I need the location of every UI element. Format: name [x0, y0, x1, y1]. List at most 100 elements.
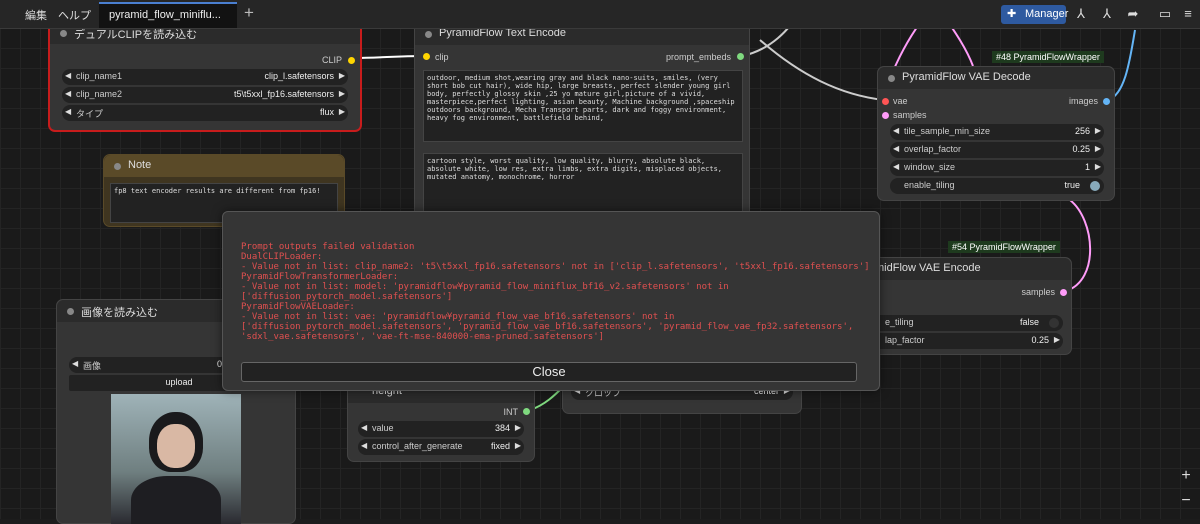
- collapse-dot[interactable]: [425, 31, 432, 38]
- embeds-output-socket[interactable]: [737, 53, 744, 60]
- node-title-bar[interactable]: PyramidFlow VAE Decode: [878, 67, 1114, 89]
- control-after-generate-widget[interactable]: ◀ control_after_generate fixed ▶: [358, 439, 524, 455]
- samples-output-socket[interactable]: [1060, 289, 1067, 296]
- pyramidflow-vae-decode-node[interactable]: PyramidFlow VAE Decode vae samples image…: [877, 66, 1115, 201]
- widget-label: window_size: [904, 162, 956, 172]
- widget-label: e_tiling: [885, 317, 914, 327]
- vae-input-label: vae: [893, 96, 908, 106]
- vae-link-in: [759, 39, 885, 101]
- new-tab-button[interactable]: +: [244, 3, 254, 23]
- widget-label: clip_name2: [76, 89, 123, 99]
- height-node[interactable]: height INT ◀ value 384 ▶ ◀ control_after_gen…: [347, 380, 535, 462]
- panel-icon[interactable]: ▭: [1153, 4, 1177, 24]
- clip-name2-widget[interactable]: ◀ clip_name2 t5\t5xxl_fp16.safetensors ▶: [62, 87, 348, 103]
- tile-sample-min-size-widget[interactable]: ◀ tile_sample_min_size 256 ▶: [890, 124, 1104, 140]
- lambda-icon[interactable]: ⅄: [1069, 4, 1093, 24]
- type-widget[interactable]: ◀ タイプ flux ▶: [62, 105, 348, 121]
- pyramidflow-vae-encode-node[interactable]: midFlow VAE Encode samples e_tiling false…: [860, 257, 1072, 355]
- share-arrow-icon[interactable]: ➦: [1121, 4, 1145, 24]
- increment-arrow-icon[interactable]: ▶: [1095, 126, 1101, 135]
- decrement-arrow-icon[interactable]: ◀: [893, 162, 899, 171]
- error-message: Prompt outputs failed validation DualCLI…: [241, 242, 870, 342]
- manager-button[interactable]: ✚ Manager: [1001, 5, 1069, 24]
- enable-tiling-toggle[interactable]: enable_tiling true: [890, 178, 1104, 194]
- window-size-widget[interactable]: ◀ window_size 1 ▶: [890, 160, 1104, 176]
- increment-arrow-icon[interactable]: ▶: [1054, 335, 1060, 344]
- int-output-label: INT: [503, 407, 519, 417]
- widget-label: タイプ: [76, 109, 104, 119]
- lambda-alt-icon[interactable]: ⅄: [1095, 4, 1119, 24]
- dual-clip-loader-node[interactable]: デュアルCLIPを読み込む CLIP ◀ clip_name1 clip_l.saf…: [48, 20, 362, 132]
- error-dialog: Prompt outputs failed validation DualCLI…: [222, 211, 880, 391]
- manager-label: Manager: [1025, 8, 1069, 20]
- node-title-bar[interactable]: Note: [104, 155, 344, 177]
- decrement-arrow-icon[interactable]: ◀: [65, 71, 71, 80]
- increment-arrow-icon[interactable]: ▶: [339, 89, 345, 98]
- toggle-knob[interactable]: [1090, 181, 1100, 191]
- vae-input-socket[interactable]: [882, 98, 889, 105]
- node-title: PyramidFlow VAE Decode: [902, 71, 1031, 83]
- widget-value: 1: [1084, 162, 1090, 172]
- suit-shape: [131, 476, 221, 524]
- collapse-dot[interactable]: [114, 163, 121, 170]
- int-output-socket[interactable]: [523, 408, 530, 415]
- increment-arrow-icon[interactable]: ▶: [1095, 162, 1101, 171]
- menu-edit[interactable]: 編集: [25, 7, 47, 23]
- samples-output-label: samples: [1021, 287, 1055, 297]
- decrement-arrow-icon[interactable]: ◀: [65, 89, 71, 98]
- node-title: Note: [128, 159, 152, 171]
- collapse-dot[interactable]: [67, 308, 74, 315]
- overlap-factor-widget[interactable]: lap_factor 0.25 ▶: [871, 333, 1063, 349]
- wrapper-badge-54: #54 PyramidFlowWrapper: [948, 241, 1060, 253]
- top-bar: 編集 ヘルプ pyramid_flow_miniflu... + ✚ Manag…: [0, 0, 1200, 29]
- tiling-toggle[interactable]: e_tiling false: [871, 315, 1063, 331]
- value-widget[interactable]: ◀ value 384 ▶: [358, 421, 524, 437]
- increment-arrow-icon[interactable]: ▶: [515, 441, 521, 450]
- increment-arrow-icon[interactable]: ▶: [339, 107, 345, 116]
- widget-value: clip_l.safetensors: [264, 71, 334, 81]
- widget-label: lap_factor: [885, 335, 925, 345]
- samples-input-socket[interactable]: [882, 112, 889, 119]
- widget-label: enable_tiling: [904, 180, 955, 190]
- decrement-arrow-icon[interactable]: ◀: [893, 126, 899, 135]
- overlap-factor-widget[interactable]: ◀ overlap_factor 0.25 ▶: [890, 142, 1104, 158]
- positive-prompt-textarea[interactable]: outdoor, medium shot,wearing gray and bl…: [423, 70, 743, 142]
- increment-arrow-icon[interactable]: ▶: [1095, 144, 1101, 153]
- widget-value: 0.25: [1072, 144, 1090, 154]
- widget-value: 384: [494, 423, 510, 433]
- widget-value: true: [1064, 180, 1080, 190]
- increment-arrow-icon[interactable]: ▶: [339, 71, 345, 80]
- decrement-arrow-icon[interactable]: ◀: [72, 359, 78, 368]
- widget-value: false: [1019, 317, 1039, 327]
- widget-value: 256: [1074, 126, 1090, 136]
- workflow-tab-label: pyramid_flow_miniflu...: [109, 9, 221, 21]
- widget-label: clip_name1: [76, 71, 123, 81]
- toggle-knob[interactable]: [1049, 318, 1059, 328]
- decrement-arrow-icon[interactable]: ◀: [893, 144, 899, 153]
- collapse-dot[interactable]: [60, 30, 67, 37]
- preview-image: [111, 394, 241, 524]
- clip-input-socket[interactable]: [423, 53, 430, 60]
- decrement-arrow-icon[interactable]: ◀: [361, 423, 367, 432]
- menu-icon[interactable]: ≡: [1176, 4, 1200, 24]
- widget-value: t5\t5xxl_fp16.safetensors: [233, 89, 334, 99]
- samples-input-label: samples: [893, 110, 927, 120]
- widget-value: flux: [319, 107, 334, 117]
- decrement-arrow-icon[interactable]: ◀: [65, 107, 71, 116]
- workflow-tab[interactable]: pyramid_flow_miniflu...: [99, 2, 237, 28]
- widget-label: 画像: [83, 361, 102, 371]
- menu-help[interactable]: ヘルプ: [58, 7, 91, 23]
- node-title-bar[interactable]: midFlow VAE Encode: [861, 258, 1071, 280]
- face-shape: [157, 424, 195, 468]
- widget-label: overlap_factor: [904, 144, 962, 154]
- negative-prompt-textarea[interactable]: cartoon style, worst quality, low qualit…: [423, 153, 743, 217]
- widget-value: 0.25: [1031, 335, 1049, 345]
- decrement-arrow-icon[interactable]: ◀: [361, 441, 367, 450]
- collapse-dot[interactable]: [888, 75, 895, 82]
- close-button[interactable]: Close: [241, 362, 857, 382]
- wrapper-badge-48: #48 PyramidFlowWrapper: [992, 51, 1104, 63]
- increment-arrow-icon[interactable]: ▶: [515, 423, 521, 432]
- images-output-socket[interactable]: [1103, 98, 1110, 105]
- clip-name1-widget[interactable]: ◀ clip_name1 clip_l.safetensors ▶: [62, 69, 348, 85]
- clip-output-socket[interactable]: [348, 57, 355, 64]
